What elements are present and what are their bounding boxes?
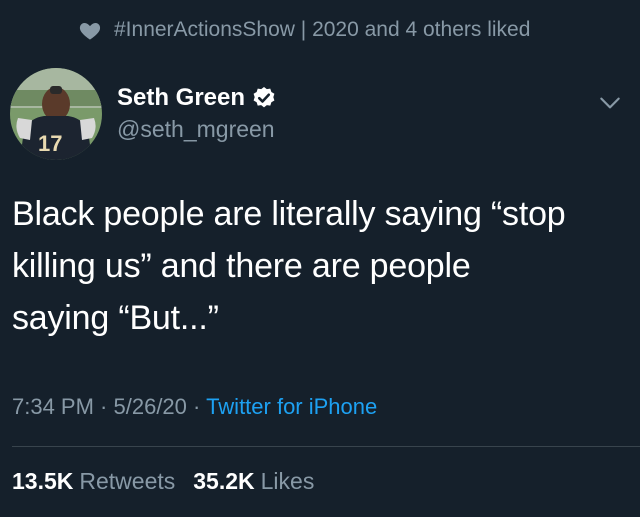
retweets-stat[interactable]: 13.5K Retweets xyxy=(12,468,175,495)
divider xyxy=(12,446,640,447)
author-name-row: Seth Green xyxy=(117,84,277,112)
tweet-text: Black people are literally saying “stop … xyxy=(12,188,627,344)
tweet-stats: 13.5K Retweets 35.2K Likes xyxy=(12,468,332,495)
avatar-photo: 17 xyxy=(10,68,102,160)
chevron-down-icon[interactable] xyxy=(597,90,623,116)
author-name[interactable]: Seth Green xyxy=(117,84,245,112)
tweet-text-line: Black people are literally saying “stop xyxy=(12,195,566,233)
tweet-text-line: killing us” and there are people xyxy=(12,247,471,285)
verified-badge-icon xyxy=(253,86,275,108)
social-context[interactable]: #InnerActionsShow | 2020 and 4 others li… xyxy=(78,18,530,42)
retweets-label: Retweets xyxy=(79,468,176,494)
tweet-text-line: saying “But...” xyxy=(12,299,219,337)
likes-label: Likes xyxy=(260,468,315,494)
tweet-meta: 7:34 PM · 5/26/20 · Twitter for iPhone xyxy=(12,394,377,420)
likes-count: 35.2K xyxy=(193,468,255,494)
retweets-count: 13.5K xyxy=(12,468,74,494)
author-block[interactable]: Seth Green @seth_mgreen xyxy=(117,84,277,143)
jersey-number: 17 xyxy=(38,131,62,156)
social-context-text: #InnerActionsShow | 2020 and 4 others li… xyxy=(114,18,531,41)
tweet-time[interactable]: 7:34 PM xyxy=(12,394,94,419)
tweet-date[interactable]: 5/26/20 xyxy=(114,394,187,419)
heart-icon xyxy=(79,23,101,40)
meta-separator: · xyxy=(93,394,114,419)
author-handle[interactable]: @seth_mgreen xyxy=(117,116,277,143)
avatar[interactable]: 17 xyxy=(10,68,102,160)
meta-separator: · xyxy=(186,394,207,419)
tweet-source-link[interactable]: Twitter for iPhone xyxy=(206,394,377,419)
likes-stat[interactable]: 35.2K Likes xyxy=(193,468,314,495)
